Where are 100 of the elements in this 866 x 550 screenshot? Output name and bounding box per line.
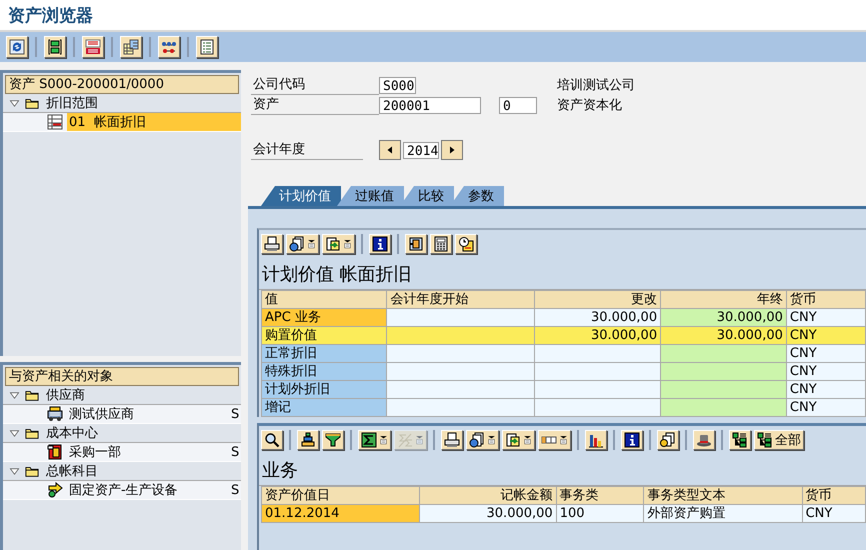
clock-button[interactable] <box>455 234 477 254</box>
calculator-icon <box>433 236 449 252</box>
filter-icon <box>325 432 341 448</box>
folder-icon <box>24 388 40 402</box>
sub-number-field[interactable]: 0 <box>499 96 537 114</box>
info-button[interactable] <box>621 430 643 450</box>
arrow-coin-icon <box>47 482 63 498</box>
folder-icon <box>24 464 40 478</box>
tree-icon <box>732 432 748 448</box>
tab[interactable]: 计划价值 <box>261 186 341 206</box>
page-button[interactable] <box>44 36 66 58</box>
tree-button[interactable] <box>729 430 751 450</box>
tree-item[interactable]: 折旧范围 <box>44 94 241 112</box>
subtotal-icon <box>397 432 413 448</box>
tree-icon <box>757 432 773 448</box>
folder-icon <box>24 96 40 110</box>
grid-icon <box>123 39 139 55</box>
tree-item[interactable]: 测试供应商 <box>67 405 227 423</box>
table-cell: 100 <box>556 504 644 522</box>
detail-view-button[interactable] <box>261 430 283 450</box>
asset-field[interactable]: 200001 <box>379 96 481 114</box>
table-cell: CNY <box>786 308 866 326</box>
column-header[interactable]: 记帐金额 <box>420 486 556 504</box>
column-header[interactable]: 货币 <box>786 290 866 308</box>
grid-button[interactable] <box>120 36 142 58</box>
tree-button[interactable]: 全部 <box>754 430 804 450</box>
tree-cell-text: S <box>231 406 240 422</box>
table-cell: 正常折旧 <box>262 344 387 362</box>
tree-item[interactable]: 固定资产-生产设备 <box>67 481 227 499</box>
export-button[interactable] <box>502 430 535 450</box>
info-icon <box>624 432 640 448</box>
tree-header: 资产 S000-200001/0000 <box>5 75 239 94</box>
column-header[interactable]: 更改 <box>534 290 661 308</box>
printer-icon <box>444 432 460 448</box>
tab[interactable]: 过账值 <box>337 186 404 206</box>
table-cell: 30.000,00 <box>660 326 786 344</box>
documents-icon <box>289 236 305 252</box>
documents-button[interactable] <box>657 430 679 450</box>
layout-button[interactable] <box>405 234 427 254</box>
table-cell: 30.000,00 <box>534 308 661 326</box>
detail-button[interactable] <box>466 430 499 450</box>
asset-description: 资产资本化 <box>557 97 622 114</box>
clock-note-icon <box>458 236 474 252</box>
export-button[interactable] <box>322 234 355 254</box>
previous-year-button[interactable] <box>379 140 401 160</box>
table-cell: 30.000,00 <box>660 308 786 326</box>
year-field[interactable]: 2014 <box>403 142 439 158</box>
refresh-icon <box>9 39 25 55</box>
column-header[interactable]: 货币 <box>802 486 866 504</box>
left-arrow-icon <box>386 144 394 156</box>
copy-icon <box>660 432 676 448</box>
filter-button[interactable] <box>322 430 344 450</box>
table-cell: CNY <box>786 380 866 398</box>
chart-button[interactable] <box>585 430 607 450</box>
info-button[interactable] <box>369 234 391 254</box>
detail-button[interactable] <box>286 234 319 254</box>
layout-select-button[interactable] <box>538 430 571 450</box>
table-cell: 计划外折旧 <box>262 380 387 398</box>
tree-cell-text: S <box>231 482 240 498</box>
right-arrow-icon <box>448 144 456 156</box>
tree-item[interactable]: 采购一部 <box>67 443 227 461</box>
calculator-button[interactable] <box>430 234 452 254</box>
sort-button[interactable] <box>297 430 319 450</box>
field-label: 会计年度 <box>251 140 363 160</box>
column-header[interactable]: 会计年度开始 <box>386 290 535 308</box>
tree-item[interactable]: 总帐科目 <box>44 462 241 480</box>
table-cell: CNY <box>786 362 866 380</box>
table-cell: 购置价值 <box>262 326 387 344</box>
column-header[interactable]: 事务类 <box>556 486 644 504</box>
refresh-button[interactable] <box>6 36 28 58</box>
company-code-field[interactable]: S000 <box>379 76 416 94</box>
print-button[interactable] <box>441 430 463 450</box>
table-cell: 外部资产购置 <box>644 504 802 522</box>
printer-icon <box>264 236 280 252</box>
column-header[interactable]: 资产价值日 <box>262 486 420 504</box>
next-year-button[interactable] <box>441 140 463 160</box>
export-icon <box>325 236 341 252</box>
table-button[interactable] <box>82 36 104 58</box>
network-button[interactable] <box>158 36 180 58</box>
tree-item[interactable]: 01 帐面折旧 <box>67 113 241 131</box>
tree-item[interactable]: 成本中心 <box>44 424 241 442</box>
layout-icon <box>408 236 424 252</box>
table-cell: 特殊折旧 <box>262 362 387 380</box>
tree-item[interactable]: 供应商 <box>44 386 241 404</box>
table-cell: 30.000,00 <box>534 326 661 344</box>
sum-icon <box>361 432 377 448</box>
column-header[interactable]: 值 <box>262 290 387 308</box>
list-button[interactable] <box>196 36 218 58</box>
column-header[interactable]: 年终 <box>660 290 786 308</box>
table-cell: 30.000,00 <box>420 504 556 522</box>
tree-cell-text: S <box>231 444 240 460</box>
table-cell: 增记 <box>262 398 387 416</box>
sum-button[interactable] <box>358 430 391 450</box>
company-name: 培训测试公司 <box>557 77 635 94</box>
column-header[interactable]: 事务类型文本 <box>644 486 802 504</box>
table-cell: APC 业务 <box>262 308 387 326</box>
list-icon <box>199 39 215 55</box>
hat-button[interactable] <box>693 430 715 450</box>
print-button[interactable] <box>261 234 283 254</box>
documents-icon <box>469 432 485 448</box>
